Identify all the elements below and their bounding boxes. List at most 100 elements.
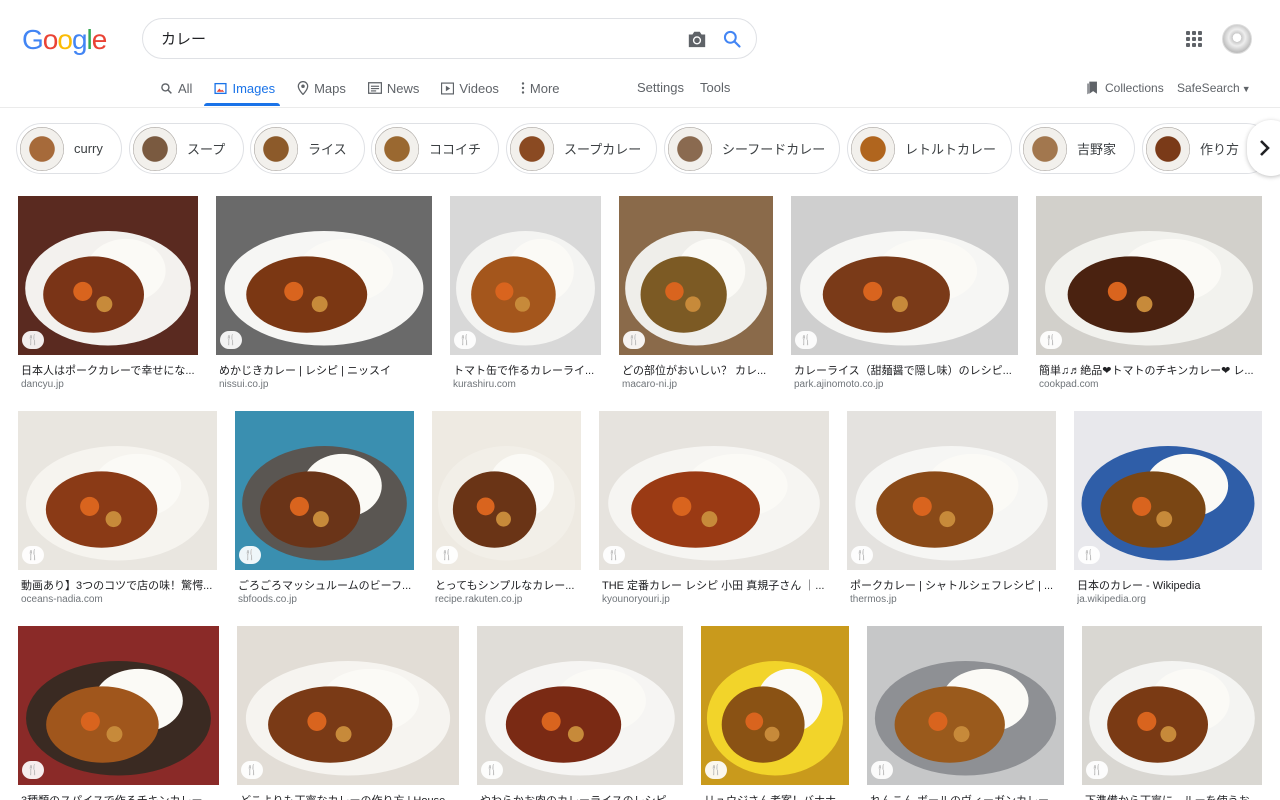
result-thumbnail[interactable]: 🍴 — [1036, 196, 1262, 355]
result-thumbnail[interactable]: 🍴 — [237, 626, 459, 785]
result-source[interactable]: thermos.jp — [850, 594, 1055, 605]
result-thumbnail[interactable]: 🍴 — [867, 626, 1064, 785]
result-source[interactable]: sbfoods.co.jp — [238, 594, 413, 605]
image-result[interactable]: 🍴 やわらかお肉のカレーライスのレシピ... — [477, 626, 683, 800]
tab-news[interactable]: News — [367, 80, 419, 96]
result-thumbnail[interactable]: 🍴 — [235, 411, 414, 570]
chip-7[interactable]: レトルトカレー — [847, 123, 1012, 174]
result-thumbnail[interactable]: 🍴 — [619, 196, 773, 355]
result-title[interactable]: 日本人はポークカレーで幸せにな... — [21, 362, 197, 378]
result-source[interactable]: kyounoryouri.jp — [602, 594, 828, 605]
tab-videos[interactable]: Videos — [441, 80, 499, 96]
result-title[interactable]: リュウジさん考案！バナナ... — [704, 792, 848, 800]
chips-next-button[interactable] — [1247, 120, 1280, 176]
chip-4[interactable]: ココイチ — [371, 123, 499, 174]
chip-3[interactable]: ライス — [250, 123, 365, 174]
result-title[interactable]: 動画あり】3つのコツで店の味！驚愕... — [21, 577, 216, 593]
image-result[interactable]: 🍴 下準備から丁寧に、ルーを使うお... — [1082, 626, 1262, 800]
chip-8[interactable]: 吉野家 — [1019, 123, 1135, 174]
result-source[interactable]: dancyu.jp — [21, 379, 197, 390]
potato-shape — [764, 726, 780, 742]
safesearch-dropdown[interactable]: SafeSearch ▼ — [1177, 81, 1251, 95]
result-title[interactable]: どの部位がおいしい？ カレ... — [622, 362, 772, 378]
result-thumbnail[interactable]: 🍴 — [847, 411, 1056, 570]
curry-plate-illustration — [26, 660, 211, 776]
image-result[interactable]: 🍴 ごろごろマッシュルームのビーフ... sbfoods.co.jp — [235, 411, 414, 610]
chip-6[interactable]: シーフードカレー — [664, 123, 840, 174]
tab-more[interactable]: More — [521, 80, 560, 96]
potato-shape — [106, 726, 123, 743]
image-result[interactable]: 🍴 リュウジさん考案！バナナ... — [701, 626, 849, 800]
result-thumbnail[interactable]: 🍴 — [450, 196, 601, 355]
search-icon[interactable] — [722, 29, 742, 49]
result-title[interactable]: 下準備から丁寧に、ルーを使うお... — [1085, 792, 1261, 800]
result-thumbnail[interactable]: 🍴 — [477, 626, 683, 785]
apps-grid-icon[interactable] — [1186, 31, 1202, 47]
result-title[interactable]: とってもシンプルなカレー... — [435, 577, 580, 593]
image-result[interactable]: 🍴 日本のカレー - Wikipedia ja.wikipedia.org — [1074, 411, 1262, 610]
image-result[interactable]: 🍴 どの部位がおいしい？ カレ... macaro-ni.jp — [619, 196, 773, 395]
result-source[interactable]: recipe.rakuten.co.jp — [435, 594, 580, 605]
result-thumbnail[interactable]: 🍴 — [1074, 411, 1262, 570]
chip-2[interactable]: スープ — [129, 123, 244, 174]
result-thumbnail[interactable]: 🍴 — [18, 626, 219, 785]
result-title[interactable]: THE 定番カレー レシピ 小田 真規子さん ｜... — [602, 577, 828, 593]
camera-icon[interactable] — [686, 29, 708, 49]
result-source[interactable]: macaro-ni.jp — [622, 379, 772, 390]
result-source[interactable]: oceans-nadia.com — [21, 594, 216, 605]
result-title[interactable]: 3種類のスパイスで作るチキンカレー | ... — [21, 792, 218, 800]
collections-label: Collections — [1105, 81, 1164, 95]
tab-images[interactable]: Images — [214, 80, 275, 96]
result-title[interactable]: カレーライス（甜麺醤で隠し味）のレシピ... — [794, 362, 1017, 378]
result-title[interactable]: どこよりも丁寧なカレーの作り方 | House... — [240, 792, 458, 800]
carrot-shape — [665, 282, 684, 301]
image-result[interactable]: 🍴 ポークカレー | シャトルシェフレシピ | ... thermos.jp — [847, 411, 1056, 610]
image-result[interactable]: 🍴 簡単♫♬絶品❤トマトのチキンカレー❤ レ... cookpad.com — [1036, 196, 1262, 395]
potato-shape — [514, 296, 531, 312]
result-source[interactable]: kurashiru.com — [453, 379, 600, 390]
image-result[interactable]: 🍴 トマト缶で作るカレーライ... kurashiru.com — [450, 196, 601, 395]
result-thumbnail[interactable]: 🍴 — [432, 411, 581, 570]
result-title[interactable]: 簡単♫♬絶品❤トマトのチキンカレー❤ レ... — [1039, 362, 1261, 378]
image-result[interactable]: 🍴 日本人はポークカレーで幸せにな... dancyu.jp — [18, 196, 198, 395]
result-thumbnail[interactable]: 🍴 — [216, 196, 432, 355]
tab-all[interactable]: All — [160, 80, 192, 96]
image-result[interactable]: 🍴 めかじきカレー | レシピ | ニッスイ nissui.co.jp — [216, 196, 432, 395]
search-box[interactable] — [142, 18, 757, 59]
result-title[interactable]: れんこん ボールのヴィーガンカレー | ... — [870, 792, 1063, 800]
chip-5[interactable]: スープカレー — [506, 123, 657, 174]
tab-maps[interactable]: Maps — [297, 80, 346, 96]
result-title[interactable]: トマト缶で作るカレーライ... — [453, 362, 600, 378]
image-result[interactable]: 🍴 れんこん ボールのヴィーガンカレー | ... — [867, 626, 1064, 800]
result-thumbnail[interactable]: 🍴 — [701, 626, 849, 785]
result-thumbnail[interactable]: 🍴 — [599, 411, 829, 570]
settings-link[interactable]: Settings — [637, 80, 684, 95]
image-result[interactable]: 🍴 動画あり】3つのコツで店の味！驚愕... oceans-nadia.com — [18, 411, 217, 610]
image-result[interactable]: 🍴 3種類のスパイスで作るチキンカレー | ... — [18, 626, 219, 800]
image-result[interactable]: 🍴 カレーライス（甜麺醤で隠し味）のレシピ... park.ajinomoto.co… — [791, 196, 1018, 395]
result-thumbnail[interactable]: 🍴 — [791, 196, 1018, 355]
avatar[interactable] — [1222, 24, 1252, 54]
chip-1[interactable]: curry — [16, 123, 122, 174]
result-source[interactable]: cookpad.com — [1039, 379, 1261, 390]
result-source[interactable]: park.ajinomoto.co.jp — [794, 379, 1017, 390]
result-title[interactable]: ごろごろマッシュルームのビーフ... — [238, 577, 413, 593]
result-source[interactable]: nissui.co.jp — [219, 379, 431, 390]
result-thumbnail[interactable]: 🍴 — [1082, 626, 1262, 785]
result-title[interactable]: ポークカレー | シャトルシェフレシピ | ... — [850, 577, 1055, 593]
tools-link[interactable]: Tools — [700, 80, 730, 95]
result-thumbnail[interactable]: 🍴 — [18, 411, 217, 570]
google-logo[interactable]: Google — [22, 24, 107, 56]
result-source[interactable]: ja.wikipedia.org — [1077, 594, 1261, 605]
image-result[interactable]: 🍴 どこよりも丁寧なカレーの作り方 | House... — [237, 626, 459, 800]
image-result[interactable]: 🍴 とってもシンプルなカレー... recipe.rakuten.co.jp — [432, 411, 581, 610]
search-input[interactable] — [161, 30, 661, 47]
result-title[interactable]: 日本のカレー - Wikipedia — [1077, 577, 1261, 593]
result-title[interactable]: めかじきカレー | レシピ | ニッスイ — [219, 362, 431, 378]
result-title[interactable]: やわらかお肉のカレーライスのレシピ... — [480, 792, 682, 800]
image-result[interactable]: 🍴 THE 定番カレー レシピ 小田 真規子さん ｜... kyounoryouri… — [599, 411, 829, 610]
carrot-shape — [745, 712, 764, 731]
collections-link[interactable]: Collections — [1086, 81, 1164, 95]
result-thumbnail[interactable]: 🍴 — [18, 196, 198, 355]
carrot-shape — [912, 496, 932, 516]
